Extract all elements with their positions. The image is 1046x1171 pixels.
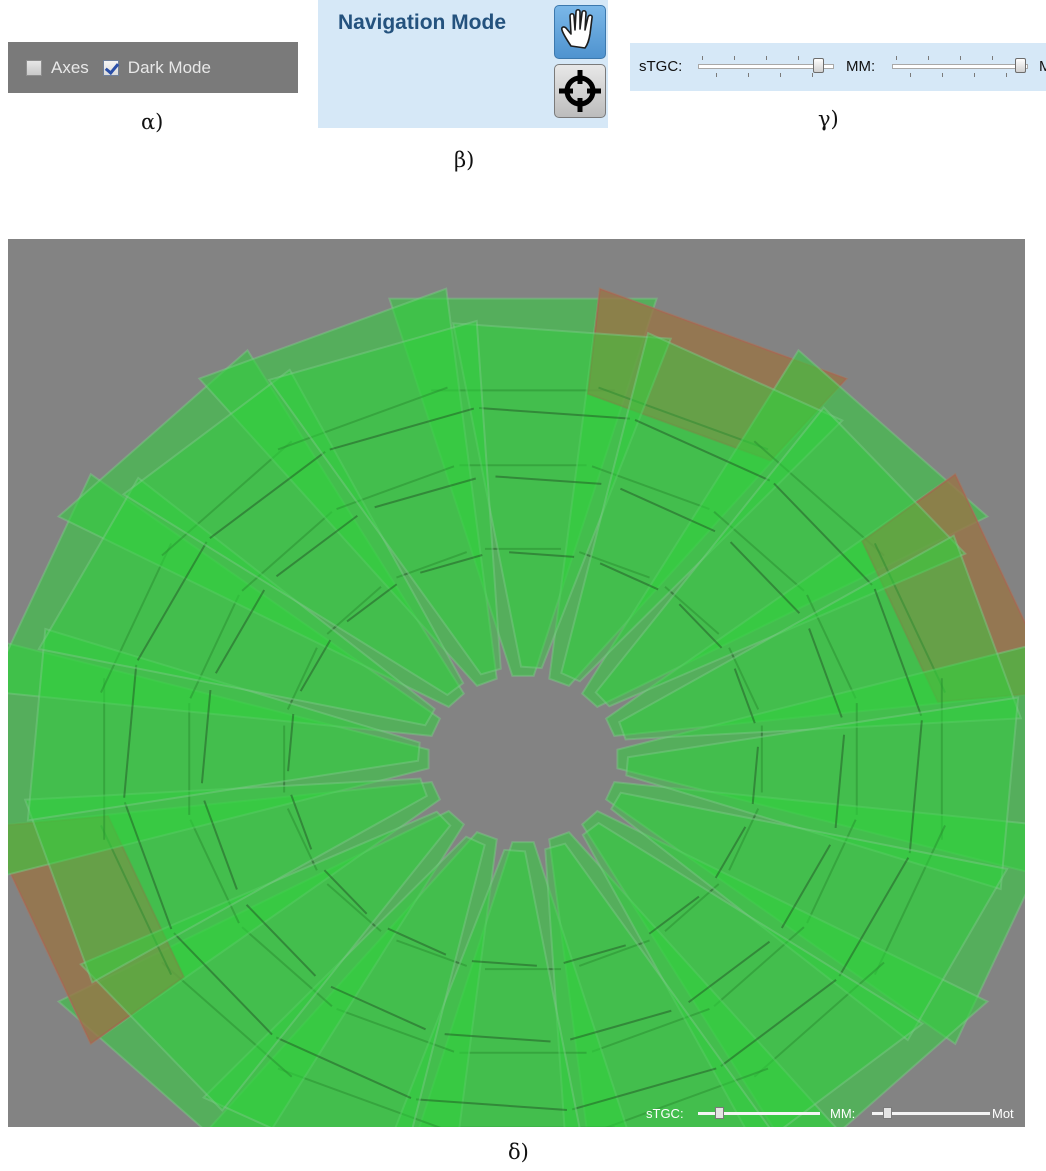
detector-3d-viewport[interactable]: sTGC: MM: Mot xyxy=(8,239,1025,1127)
navigation-mode-panel: Navigation Mode xyxy=(318,0,608,128)
crosshair-icon xyxy=(559,70,601,112)
mm-slider-thumb[interactable] xyxy=(1014,58,1026,73)
axes-label: Axes xyxy=(51,57,89,77)
display-options-panel: Axes Dark Mode xyxy=(8,42,298,93)
pan-mode-button[interactable] xyxy=(554,5,606,59)
new-small-wheel-rendering[interactable] xyxy=(8,239,1025,1127)
stgc-slider-thumb[interactable] xyxy=(813,58,824,73)
caption-b: β) xyxy=(454,148,475,172)
dark-mode-checkbox[interactable] xyxy=(102,59,119,76)
axes-checkbox[interactable] xyxy=(26,59,42,76)
axes-option[interactable]: Axes xyxy=(26,58,89,78)
caption-a: α) xyxy=(141,110,164,134)
hand-icon xyxy=(561,8,593,49)
dark-mode-option[interactable]: Dark Mode xyxy=(102,57,211,78)
viewer-mm-label: MM: xyxy=(830,1106,856,1121)
caption-g: γ) xyxy=(818,107,839,131)
navigation-mode-title: Navigation Mode xyxy=(338,11,507,34)
viewer-cut-label: Mot xyxy=(992,1106,1014,1121)
mm-slider-label: MM: xyxy=(846,58,876,75)
viewer-mm-thumb[interactable] xyxy=(882,1107,892,1119)
dark-mode-label: Dark Mode xyxy=(127,57,211,77)
viewer-stgc-label: sTGC: xyxy=(646,1106,684,1121)
viewer-stgc-thumb[interactable] xyxy=(714,1107,724,1119)
cut-slider-label: M xyxy=(1039,58,1046,75)
detector-sliders-panel: sTGC: MM: M xyxy=(630,43,1046,91)
stgc-slider-label: sTGC: xyxy=(639,58,683,75)
caption-d: δ) xyxy=(508,1140,529,1164)
pick-mode-button[interactable] xyxy=(554,64,606,118)
